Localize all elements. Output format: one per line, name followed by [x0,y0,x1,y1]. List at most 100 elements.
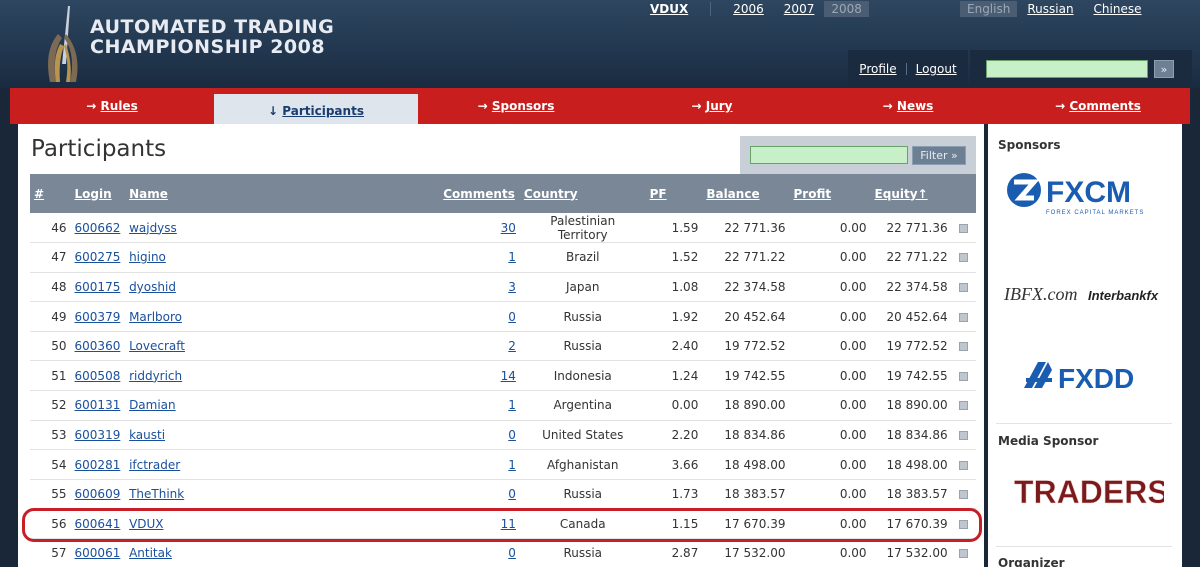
comments-link[interactable]: 30 [501,221,516,235]
comments-link[interactable]: 0 [508,428,516,442]
name-link[interactable]: Antitak [129,546,172,560]
nav-label[interactable]: Sponsors [492,99,554,113]
comments-link[interactable]: 3 [508,280,516,294]
traders-logo[interactable]: TRADERS´ [1014,470,1164,510]
name-link[interactable]: wajdyss [129,221,177,235]
col-header-balance[interactable]: Balance [702,174,790,213]
year-link-2007[interactable]: 2007 [784,2,815,16]
search-button[interactable]: » [1154,60,1174,78]
name-link[interactable]: ifctrader [129,458,180,472]
col-header-name[interactable]: Name [125,174,440,213]
expand-square-icon[interactable] [959,282,969,292]
col-header-login[interactable]: Login [70,174,126,213]
site-title[interactable]: AUTOMATED TRADING CHAMPIONSHIP 2008 [90,17,334,57]
sort-link[interactable]: Profit [793,187,831,201]
login-link[interactable]: 600508 [75,369,121,383]
lang-russian[interactable]: Russian [1027,2,1073,16]
login-link[interactable]: 600360 [75,339,121,353]
login-link[interactable]: 600131 [75,398,121,412]
expand-square-icon[interactable] [959,430,969,440]
nav-sponsors[interactable]: → Sponsors [418,88,614,124]
logout-link[interactable]: Logout [916,62,957,76]
col-header-profit[interactable]: Profit [789,174,871,213]
login-link[interactable]: 600061 [75,546,121,560]
name-link[interactable]: Damian [129,398,176,412]
nav-label[interactable]: Comments [1069,99,1141,113]
cell-country: Brazil [519,242,646,273]
lang-chinese[interactable]: Chinese [1094,2,1142,16]
nav-label[interactable]: News [897,99,933,113]
search-input[interactable] [986,60,1148,78]
comments-link[interactable]: 1 [508,398,516,412]
sort-link[interactable]: Comments [443,187,515,201]
lang-english-active[interactable]: English [960,1,1018,17]
name-link[interactable]: Lovecraft [129,339,185,353]
ibfx-interbank-logo[interactable]: IBFX.com Interbankfx [1002,274,1172,314]
col-header-comments[interactable]: Comments [439,174,520,213]
col-header-country[interactable]: Country [519,174,646,213]
comments-link[interactable]: 0 [508,310,516,324]
sort-link[interactable]: # [34,187,44,201]
nav-label[interactable]: Jury [706,99,733,113]
login-link[interactable]: 600319 [75,428,121,442]
expand-square-icon[interactable] [959,460,969,470]
expand-square-icon[interactable] [959,312,969,322]
login-link[interactable]: 600641 [75,517,121,531]
profile-link[interactable]: Profile [859,62,896,76]
name-link[interactable]: dyoshid [129,280,176,294]
year-link-2008-active[interactable]: 2008 [824,1,869,17]
nav-news[interactable]: → News [810,88,1006,124]
login-link[interactable]: 600662 [75,221,121,235]
table-row: 55 600609 TheThink 0 Russia 1.73 18 383.… [30,479,976,510]
comments-link[interactable]: 0 [508,487,516,501]
filter-input[interactable] [750,146,908,164]
name-link[interactable]: Marlboro [129,310,182,324]
cell-pf: 2.87 [645,538,703,567]
sort-link[interactable]: Balance [706,187,759,201]
comments-link[interactable]: 0 [508,546,516,560]
expand-square-icon[interactable] [959,519,969,529]
comments-link[interactable]: 14 [501,369,516,383]
nav-rules[interactable]: → Rules [10,88,214,124]
arrow-right-icon: → [691,99,702,113]
expand-square-icon[interactable] [959,371,969,381]
sort-link[interactable]: Equity↑ [875,187,928,201]
comments-link[interactable]: 2 [508,339,516,353]
login-link[interactable]: 600175 [75,280,121,294]
nav-comments[interactable]: → Comments [1006,88,1190,124]
expand-square-icon[interactable] [959,490,969,500]
fxdd-logo[interactable]: FXDD [1020,356,1150,394]
col-header-pf[interactable]: PF [645,174,703,213]
expand-square-icon[interactable] [959,549,969,559]
fxcm-logo[interactable]: FXCM FOREX CAPITAL MARKETS [1006,172,1162,218]
sort-link[interactable]: Country [524,187,578,201]
name-link[interactable]: higino [129,250,166,264]
nav-label[interactable]: Participants [282,104,364,118]
comments-link[interactable]: 1 [508,458,516,472]
nav-label[interactable]: Rules [101,99,138,113]
year-link-2006[interactable]: 2006 [733,2,764,16]
name-link[interactable]: kausti [129,428,165,442]
sort-link[interactable]: Name [129,187,168,201]
login-link[interactable]: 600281 [75,458,121,472]
col-header-num[interactable]: # [30,174,71,213]
col-header-equity[interactable]: Equity↑ [870,174,952,213]
login-link[interactable]: 600609 [75,487,121,501]
name-link[interactable]: TheThink [129,487,184,501]
nav-participants[interactable]: ↓ Participants [214,94,418,124]
sort-link[interactable]: PF [650,187,667,201]
filter-button[interactable]: Filter » [912,145,966,165]
current-user-link[interactable]: VDUX [650,2,688,16]
login-link[interactable]: 600275 [75,250,121,264]
comments-link[interactable]: 11 [501,517,516,531]
comments-link[interactable]: 1 [508,250,516,264]
name-link[interactable]: riddyrich [129,369,182,383]
expand-square-icon[interactable] [959,342,969,352]
expand-square-icon[interactable] [959,401,969,411]
nav-jury[interactable]: → Jury [614,88,810,124]
sort-link[interactable]: Login [75,187,112,201]
expand-square-icon[interactable] [959,253,969,263]
name-link[interactable]: VDUX [129,517,163,531]
expand-square-icon[interactable] [959,223,969,233]
login-link[interactable]: 600379 [75,310,121,324]
